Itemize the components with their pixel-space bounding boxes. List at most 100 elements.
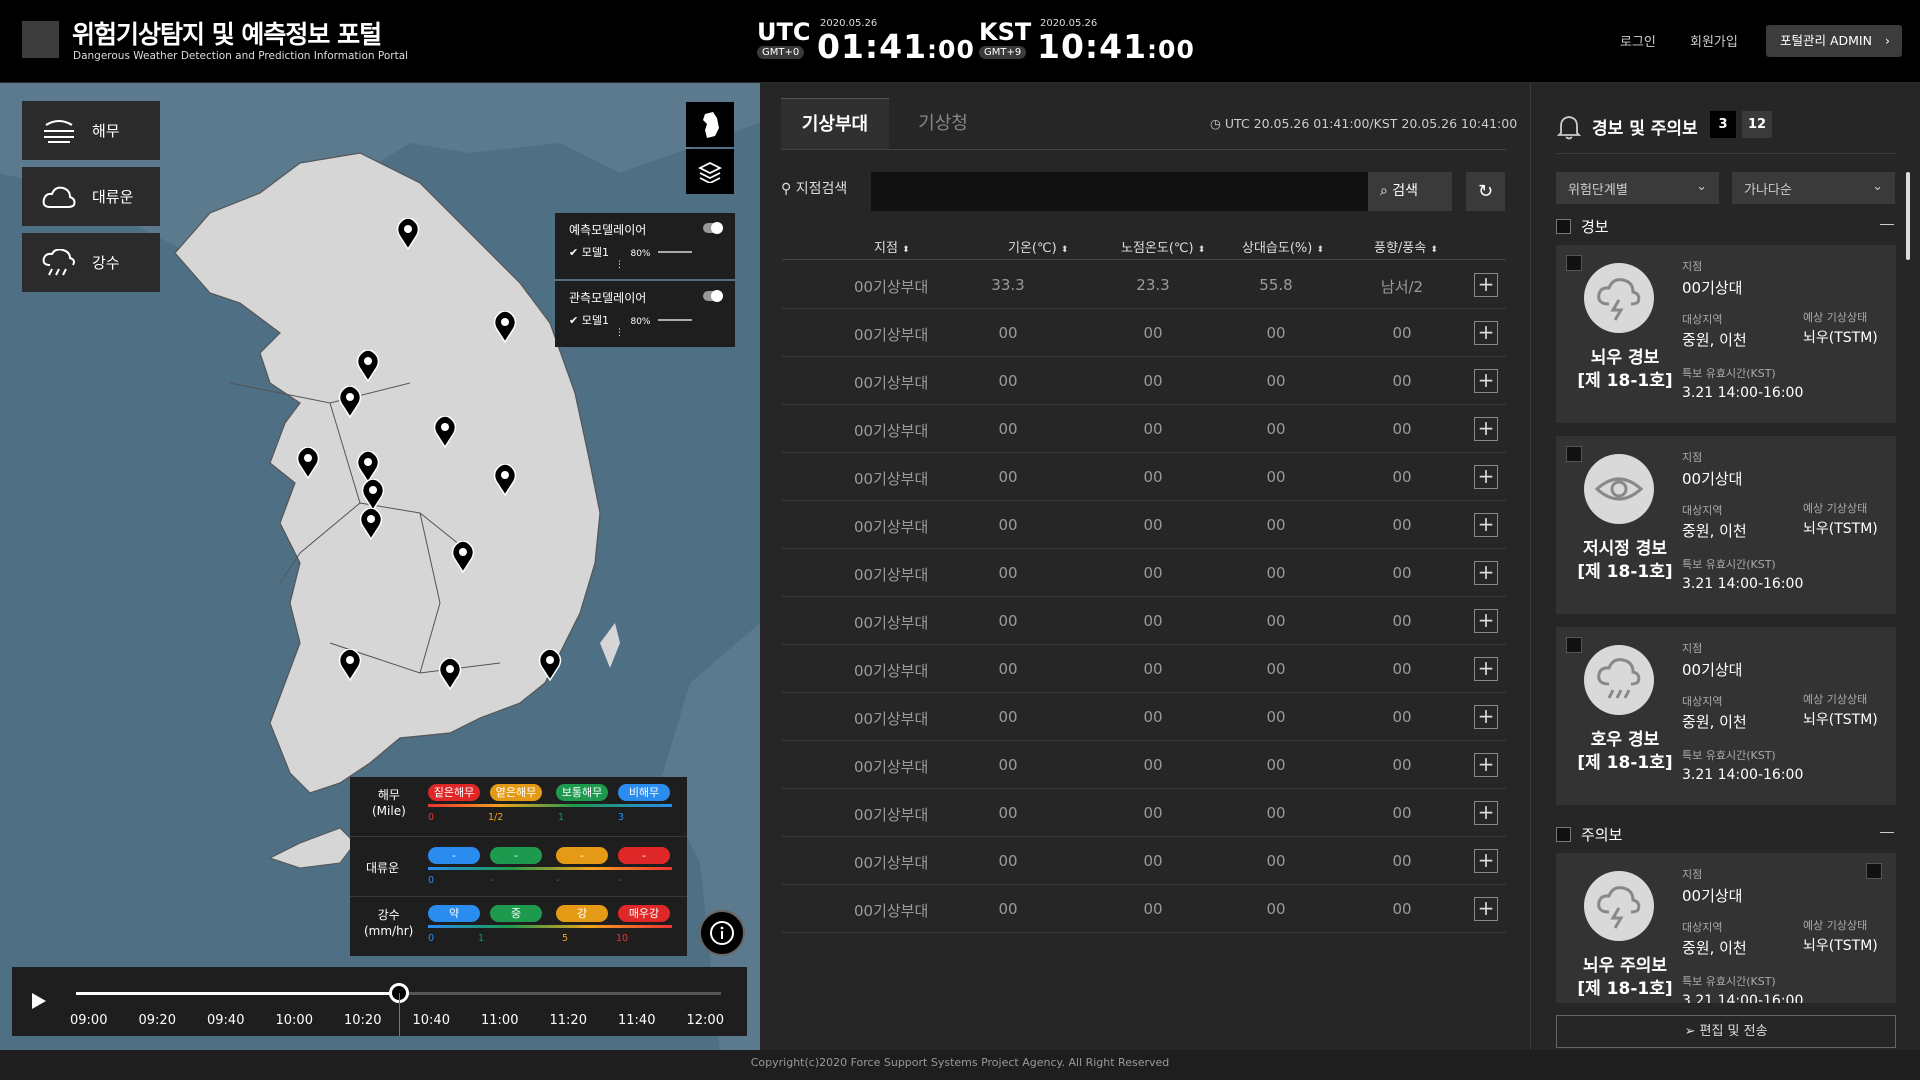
fog-layer-button[interactable]: 해무 xyxy=(22,101,160,160)
tab-military-weather[interactable]: 기상부대 xyxy=(781,98,889,150)
warning-select-checkbox[interactable] xyxy=(1556,219,1571,234)
signup-link[interactable]: 회원가입 xyxy=(1690,31,1738,50)
table-row[interactable]: 00기상부대 00 00 00 00 + xyxy=(782,549,1506,597)
alert-checkbox[interactable] xyxy=(1566,446,1582,462)
column-header[interactable]: 풍향/풍속 ⬍ xyxy=(1374,237,1438,256)
table-row[interactable]: 00기상부대 00 00 00 00 + xyxy=(782,405,1506,453)
table-row[interactable]: 00기상부대 00 00 00 00 + xyxy=(782,741,1506,789)
table-row[interactable]: 00기상부대 00 00 00 00 + xyxy=(782,357,1506,405)
more-icon[interactable]: ⋮ xyxy=(615,260,721,270)
korea-view-button[interactable] xyxy=(686,102,734,147)
play-button[interactable] xyxy=(30,991,48,1015)
table-row[interactable]: 00기상부대 00 00 00 00 + xyxy=(782,309,1506,357)
table-row[interactable]: 00기상부대 00 00 00 00 + xyxy=(782,453,1506,501)
column-header[interactable]: 상대습도(%) ⬍ xyxy=(1242,237,1324,256)
map-pin-icon[interactable] xyxy=(538,648,562,685)
timeline-tick[interactable]: 11:20 xyxy=(550,1013,587,1028)
risk-level-select[interactable]: 위험단계별 ⌄ xyxy=(1556,172,1719,204)
add-row-button[interactable]: + xyxy=(1474,321,1498,345)
add-row-button[interactable]: + xyxy=(1474,609,1498,633)
search-button[interactable]: ⌕ 검색 xyxy=(1368,172,1452,211)
column-header[interactable]: 노점온도(℃) ⬍ xyxy=(1121,237,1205,256)
map-pin-icon[interactable] xyxy=(493,310,517,347)
table-row[interactable]: 00기상부대 00 00 00 00 + xyxy=(782,693,1506,741)
advisory-section-header[interactable]: 주의보 xyxy=(1556,824,1622,845)
layers-button[interactable] xyxy=(686,149,734,194)
timeline-tick[interactable]: 11:40 xyxy=(618,1013,655,1028)
column-header[interactable]: 지점 ⬍ xyxy=(874,237,910,256)
more-icon[interactable]: ⋮ xyxy=(615,328,721,338)
check-icon[interactable]: ✔ xyxy=(569,246,578,259)
refresh-button[interactable]: ↻ xyxy=(1466,172,1505,211)
table-row[interactable]: 00기상부대 00 00 00 00 + xyxy=(782,645,1506,693)
add-row-button[interactable]: + xyxy=(1474,897,1498,921)
alert-card[interactable]: 뇌우 주의보 [제 18-1호] 지점 00기상대 대상지역 중원, 이천 예상 기상상태 뇌… xyxy=(1556,853,1896,1003)
timeline-tick[interactable]: 12:00 xyxy=(687,1013,724,1028)
convective-cloud-button[interactable]: 대류운 xyxy=(22,167,160,226)
timeline-tick[interactable]: 10:00 xyxy=(276,1013,313,1028)
map-pin-icon[interactable] xyxy=(493,463,517,500)
observed-layer-toggle[interactable] xyxy=(703,290,723,302)
info-button[interactable] xyxy=(699,910,745,956)
precipitation-button[interactable]: 강수 xyxy=(22,233,160,292)
timeline-tick[interactable]: 10:20 xyxy=(344,1013,381,1028)
add-row-button[interactable]: + xyxy=(1474,273,1498,297)
sort-select[interactable]: 가나다순 ⌄ xyxy=(1732,172,1895,204)
alert-card[interactable]: 호우 경보 [제 18-1호] 지점 00기상대 대상지역 중원, 이천 예상 기상상태 뇌우… xyxy=(1556,627,1896,805)
alert-card[interactable]: 뇌우 경보 [제 18-1호] 지점 00기상대 대상지역 중원, 이천 예상 기상상태 뇌우… xyxy=(1556,245,1896,423)
map-pin-icon[interactable] xyxy=(438,657,462,694)
edit-send-button[interactable]: ➢ 편집 및 전송 xyxy=(1556,1015,1896,1048)
table-row[interactable]: 00기상부대 00 00 00 00 + xyxy=(782,837,1506,885)
observed-opacity-slider[interactable] xyxy=(657,319,692,321)
add-row-button[interactable]: + xyxy=(1474,465,1498,489)
table-row[interactable]: 00기상부대 33.3 23.3 55.8 남서/2 + xyxy=(782,261,1506,309)
advisory-select-checkbox[interactable] xyxy=(1556,827,1571,842)
timeline-tick[interactable]: 10:40 xyxy=(413,1013,450,1028)
map-pin-icon[interactable] xyxy=(396,217,420,254)
add-row-button[interactable]: + xyxy=(1474,369,1498,393)
admin-button[interactable]: 포털관리 ADMIN › xyxy=(1766,25,1902,57)
map-pin-icon[interactable] xyxy=(296,446,320,483)
alert-checkbox[interactable] xyxy=(1566,637,1582,653)
forecast-layer-toggle[interactable] xyxy=(703,222,723,234)
add-row-button[interactable]: + xyxy=(1474,417,1498,441)
timeline-tick[interactable]: 09:00 xyxy=(70,1013,107,1028)
alert-checkbox[interactable] xyxy=(1566,255,1582,271)
map-panel[interactable]: 해무 대류운 강수 예측모델레이어 ✔ 모델1 80% ⋮ 관측모델레이어 ✔ … xyxy=(0,83,760,1050)
table-row[interactable]: 00기상부대 00 00 00 00 + xyxy=(782,597,1506,645)
forecast-opacity-slider[interactable] xyxy=(657,251,692,253)
warning-section-header[interactable]: 경보 xyxy=(1556,216,1609,237)
timeline-tick[interactable]: 09:20 xyxy=(139,1013,176,1028)
portal-logo[interactable] xyxy=(22,21,59,58)
table-cell: 00 xyxy=(1266,468,1286,486)
add-row-button[interactable]: + xyxy=(1474,657,1498,681)
column-header[interactable]: 기온(℃) ⬍ xyxy=(1008,237,1068,256)
station-search-input[interactable] xyxy=(871,172,1368,211)
add-row-button[interactable]: + xyxy=(1474,513,1498,537)
map-pin-icon[interactable] xyxy=(433,415,457,452)
table-row[interactable]: 00기상부대 00 00 00 00 + xyxy=(782,885,1506,933)
timeline-tick[interactable]: 11:00 xyxy=(481,1013,518,1028)
alert-checkbox[interactable] xyxy=(1866,863,1882,879)
add-row-button[interactable]: + xyxy=(1474,801,1498,825)
alert-card[interactable]: 저시정 경보 [제 18-1호] 지점 00기상대 대상지역 중원, 이천 예상 기상상태 뇌… xyxy=(1556,436,1896,614)
add-row-button[interactable]: + xyxy=(1474,753,1498,777)
tab-kma[interactable]: 기상청 xyxy=(893,98,993,150)
check-icon[interactable]: ✔ xyxy=(569,314,578,327)
table-row[interactable]: 00기상부대 00 00 00 00 + xyxy=(782,501,1506,549)
map-pin-icon[interactable] xyxy=(356,349,380,386)
sort-icon: ⬍ xyxy=(1197,245,1206,255)
map-pin-icon[interactable] xyxy=(338,385,362,422)
map-pin-icon[interactable] xyxy=(451,540,475,577)
login-link[interactable]: 로그인 xyxy=(1620,31,1656,50)
table-row[interactable]: 00기상부대 00 00 00 00 + xyxy=(782,789,1506,837)
add-row-button[interactable]: + xyxy=(1474,705,1498,729)
map-pin-icon[interactable] xyxy=(338,648,362,685)
collapse-icon[interactable] xyxy=(1880,832,1894,833)
scrollbar[interactable] xyxy=(1906,172,1910,260)
map-pin-icon[interactable] xyxy=(359,507,383,544)
add-row-button[interactable]: + xyxy=(1474,849,1498,873)
add-row-button[interactable]: + xyxy=(1474,561,1498,585)
collapse-icon[interactable] xyxy=(1880,224,1894,225)
timeline-tick[interactable]: 09:40 xyxy=(207,1013,244,1028)
